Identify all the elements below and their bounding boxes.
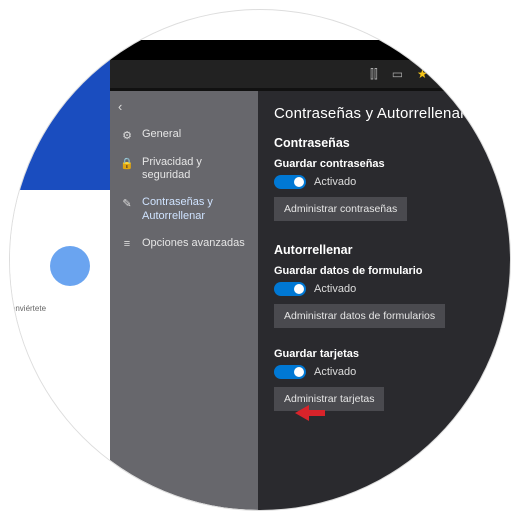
settings-sidebar: ‹ ⚙ General 🔒 Privacidad y seguridad ✎ C… — [110, 91, 258, 510]
window-titlebar — [110, 40, 510, 60]
background-link-text: onadas en — [10, 450, 37, 459]
manage-form-data-button[interactable]: Administrar datos de formularios — [274, 304, 445, 328]
background-text: as y conviértete — [10, 304, 46, 313]
library-icon[interactable]: ▭ — [392, 67, 403, 81]
save-cards-toggle[interactable] — [274, 365, 306, 379]
save-form-data-label: Guardar datos de formulario — [274, 265, 510, 277]
save-form-data-toggle[interactable] — [274, 282, 306, 296]
sidebar-item-passwords-autofill[interactable]: ✎ Contraseñas y Autorrellenar — [110, 189, 258, 229]
favorite-star-icon[interactable]: ★ — [417, 67, 428, 81]
notes-icon[interactable]: ✎ — [466, 67, 476, 81]
sidebar-item-label: Contraseñas y Autorrellenar — [142, 196, 248, 222]
toggle-state-label: Activado — [314, 176, 356, 188]
share-icon[interactable]: ⇪ — [490, 67, 500, 81]
background-avatar-dot — [50, 246, 90, 286]
settings-panel: Contraseñas y Autorrellenar Contraseñas … — [258, 91, 510, 510]
chevron-left-icon: ‹ — [118, 99, 122, 114]
save-cards-heading: Guardar tarjetas — [274, 348, 510, 360]
manage-passwords-button[interactable]: Administrar contraseñas — [274, 197, 407, 221]
sidebar-item-label: Opciones avanzadas — [142, 237, 245, 250]
toggle-state-label: Activado — [314, 366, 356, 378]
autofill-heading: Autorrellenar — [274, 243, 510, 257]
sidebar-item-general[interactable]: ⚙ General — [110, 121, 258, 149]
passwords-heading: Contraseñas — [274, 136, 510, 150]
sidebar-item-privacy[interactable]: 🔒 Privacidad y seguridad — [110, 149, 258, 189]
sidebar-item-label: Privacidad y seguridad — [142, 156, 248, 182]
browser-toolbar: ⫿⫿ ▭ ★ ⊹ ✎ ⇪ — [110, 60, 510, 88]
sidebar-item-advanced[interactable]: ≡ Opciones avanzadas — [110, 230, 258, 257]
reading-view-icon[interactable]: ⫿⫿ — [370, 67, 378, 82]
manage-cards-button[interactable]: Administrar tarjetas — [274, 387, 384, 411]
toggle-state-label: Activado — [314, 283, 356, 295]
page-title: Contraseñas y Autorrellenar — [274, 105, 510, 122]
add-favorite-icon[interactable]: ⊹ — [442, 67, 452, 81]
lock-icon: 🔒 — [120, 157, 134, 170]
autofill-icon: ✎ — [120, 197, 134, 210]
save-passwords-label: Guardar contraseñas — [274, 158, 510, 170]
back-button[interactable]: ‹ — [110, 91, 258, 121]
gear-icon: ⚙ — [120, 129, 134, 142]
sliders-icon: ≡ — [120, 238, 134, 250]
sidebar-item-label: General — [142, 128, 181, 141]
background-banner — [10, 40, 110, 190]
save-passwords-toggle[interactable] — [274, 175, 306, 189]
